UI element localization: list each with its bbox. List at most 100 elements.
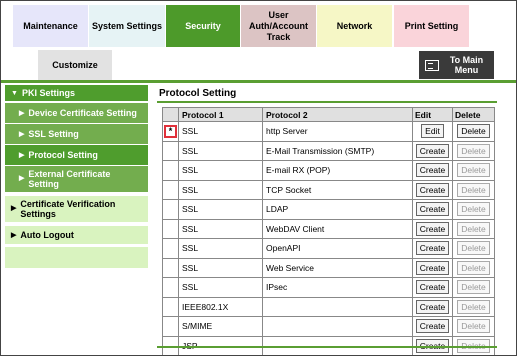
- delete-cell: Delete: [452, 218, 495, 239]
- delete-cell: Delete: [452, 121, 495, 142]
- protocol1-cell: SSL: [178, 277, 263, 298]
- create-button[interactable]: Create: [415, 319, 450, 334]
- sidebar-item-label: PKI Settings: [21, 88, 75, 98]
- edit-button[interactable]: Edit: [421, 124, 444, 139]
- delete-button: Delete: [457, 182, 490, 197]
- tab-customize[interactable]: Customize: [38, 50, 112, 80]
- protocol1-cell: SSL: [178, 257, 263, 278]
- tab-security-label: Security: [185, 20, 221, 31]
- bottom-divider: [157, 346, 497, 348]
- table-row: S/MIME Create Delete: [162, 316, 495, 337]
- protocol1-cell: SSL: [178, 179, 263, 200]
- sidebar-item-label: Certificate Verification Settings: [20, 199, 116, 219]
- table-row: SSL E-mail RX (POP) Create Delete: [162, 160, 495, 181]
- protocol2-cell: WebDAV Client: [262, 218, 413, 239]
- create-button[interactable]: Create: [415, 143, 450, 158]
- marker-cell: [162, 238, 179, 259]
- protocol2-cell: [262, 316, 413, 337]
- create-button[interactable]: Create: [415, 299, 450, 314]
- delete-button: Delete: [457, 260, 490, 275]
- protocol2-cell: E-mail RX (POP): [262, 160, 413, 181]
- protocol1-cell: SSL: [178, 218, 263, 239]
- table-row: SSL E-Mail Transmission (SMTP) Create Delet…: [162, 140, 495, 161]
- marker-cell: [162, 160, 179, 181]
- sidebar-item-external-certificate[interactable]: ▶ External Certificate Setting: [5, 166, 148, 192]
- header-delete: Delete: [452, 107, 495, 122]
- triangle-right-icon: ▶: [19, 175, 25, 182]
- main-menu-label: To Main Menu: [449, 55, 484, 75]
- tab-system-settings[interactable]: System Settings: [89, 5, 165, 47]
- edit-cell: Create: [412, 160, 453, 181]
- tab-security[interactable]: Security: [166, 5, 240, 47]
- protocol2-cell: Web Service: [262, 257, 413, 278]
- edit-cell: Create: [412, 179, 453, 200]
- protocol1-cell: SSL: [178, 238, 263, 259]
- protocol2-cell: LDAP: [262, 199, 413, 220]
- delete-cell: Delete: [452, 316, 495, 337]
- menu-icon: [425, 59, 439, 71]
- create-button[interactable]: Create: [415, 163, 450, 178]
- delete-button: Delete: [457, 299, 490, 314]
- edit-cell: Create: [412, 218, 453, 239]
- tab-user-auth[interactable]: User Auth/Account Track: [241, 5, 316, 47]
- tab-network[interactable]: Network: [317, 5, 392, 47]
- sidebar-item-certificate-verification[interactable]: ▶ Certificate Verification Settings: [5, 196, 148, 222]
- delete-button[interactable]: Delete: [457, 124, 490, 139]
- title-divider: [157, 101, 497, 103]
- delete-cell: Delete: [452, 296, 495, 317]
- main-menu-button[interactable]: To Main Menu: [419, 51, 494, 79]
- sidebar-item-auto-logout[interactable]: ▶ Auto Logout: [5, 226, 148, 244]
- tab-print-setting[interactable]: Print Setting: [394, 5, 469, 47]
- tab-user-auth-label: User Auth/Account Track: [249, 9, 308, 42]
- protocol1-cell: S/MIME: [178, 316, 263, 337]
- table-row: SSL Web Service Create Delete: [162, 257, 495, 278]
- delete-cell: Delete: [452, 238, 495, 259]
- protocol2-cell: IPsec: [262, 277, 413, 298]
- delete-button: Delete: [457, 202, 490, 217]
- tab-maintenance[interactable]: Maintenance: [13, 5, 88, 47]
- edit-cell: Edit: [412, 121, 453, 142]
- selected-marker: *: [164, 124, 177, 138]
- marker-cell: [162, 277, 179, 298]
- tab-customize-label: Customize: [52, 59, 98, 70]
- delete-button: Delete: [457, 319, 490, 334]
- delete-button: Delete: [457, 143, 490, 158]
- create-button[interactable]: Create: [415, 221, 450, 236]
- table-row: * SSL http Server Edit Delete: [162, 121, 495, 142]
- sidebar-item-label: External Certificate Setting: [28, 169, 111, 189]
- sidebar-item-protocol-setting[interactable]: ▶ Protocol Setting: [5, 145, 148, 165]
- delete-cell: Delete: [452, 199, 495, 220]
- sidebar-item-ssl-setting[interactable]: ▶ SSL Setting: [5, 124, 148, 144]
- protocol1-cell: SSL: [178, 199, 263, 220]
- delete-button: Delete: [457, 280, 490, 295]
- header-marker-col: [162, 107, 179, 122]
- marker-cell: [162, 296, 179, 317]
- page-title: Protocol Setting: [159, 88, 237, 99]
- edit-cell: Create: [412, 277, 453, 298]
- create-button[interactable]: Create: [415, 182, 450, 197]
- sidebar-item-label: Device Certificate Setting: [28, 108, 137, 118]
- protocol1-cell: SSL: [178, 121, 263, 142]
- table-row: SSL OpenAPI Create Delete: [162, 238, 495, 259]
- create-button[interactable]: Create: [415, 241, 450, 256]
- edit-cell: Create: [412, 199, 453, 220]
- protocol-table: Protocol 1 Protocol 2 Edit Delete * SSL ht…: [162, 107, 495, 355]
- triangle-right-icon: ▶: [19, 152, 25, 159]
- create-button[interactable]: Create: [415, 202, 450, 217]
- protocol2-cell: [262, 296, 413, 317]
- delete-cell: Delete: [452, 257, 495, 278]
- protocol1-cell: IEEE802.1X: [178, 296, 263, 317]
- sidebar-item-label: Protocol Setting: [28, 150, 98, 160]
- sidebar-item-device-certificate[interactable]: ▶ Device Certificate Setting: [5, 103, 148, 123]
- table-row: SSL WebDAV Client Create Delete: [162, 218, 495, 239]
- triangle-down-icon: ▼: [11, 89, 18, 97]
- sidebar-item-label: Auto Logout: [20, 230, 74, 240]
- triangle-right-icon: ▶: [19, 110, 25, 117]
- header-protocol2: Protocol 2: [262, 107, 413, 122]
- table-row: SSL TCP Socket Create Delete: [162, 179, 495, 200]
- delete-cell: Delete: [452, 140, 495, 161]
- table-row: SSL LDAP Create Delete: [162, 199, 495, 220]
- sidebar-item-pki-settings[interactable]: ▼ PKI Settings: [5, 85, 148, 101]
- create-button[interactable]: Create: [415, 280, 450, 295]
- create-button[interactable]: Create: [415, 260, 450, 275]
